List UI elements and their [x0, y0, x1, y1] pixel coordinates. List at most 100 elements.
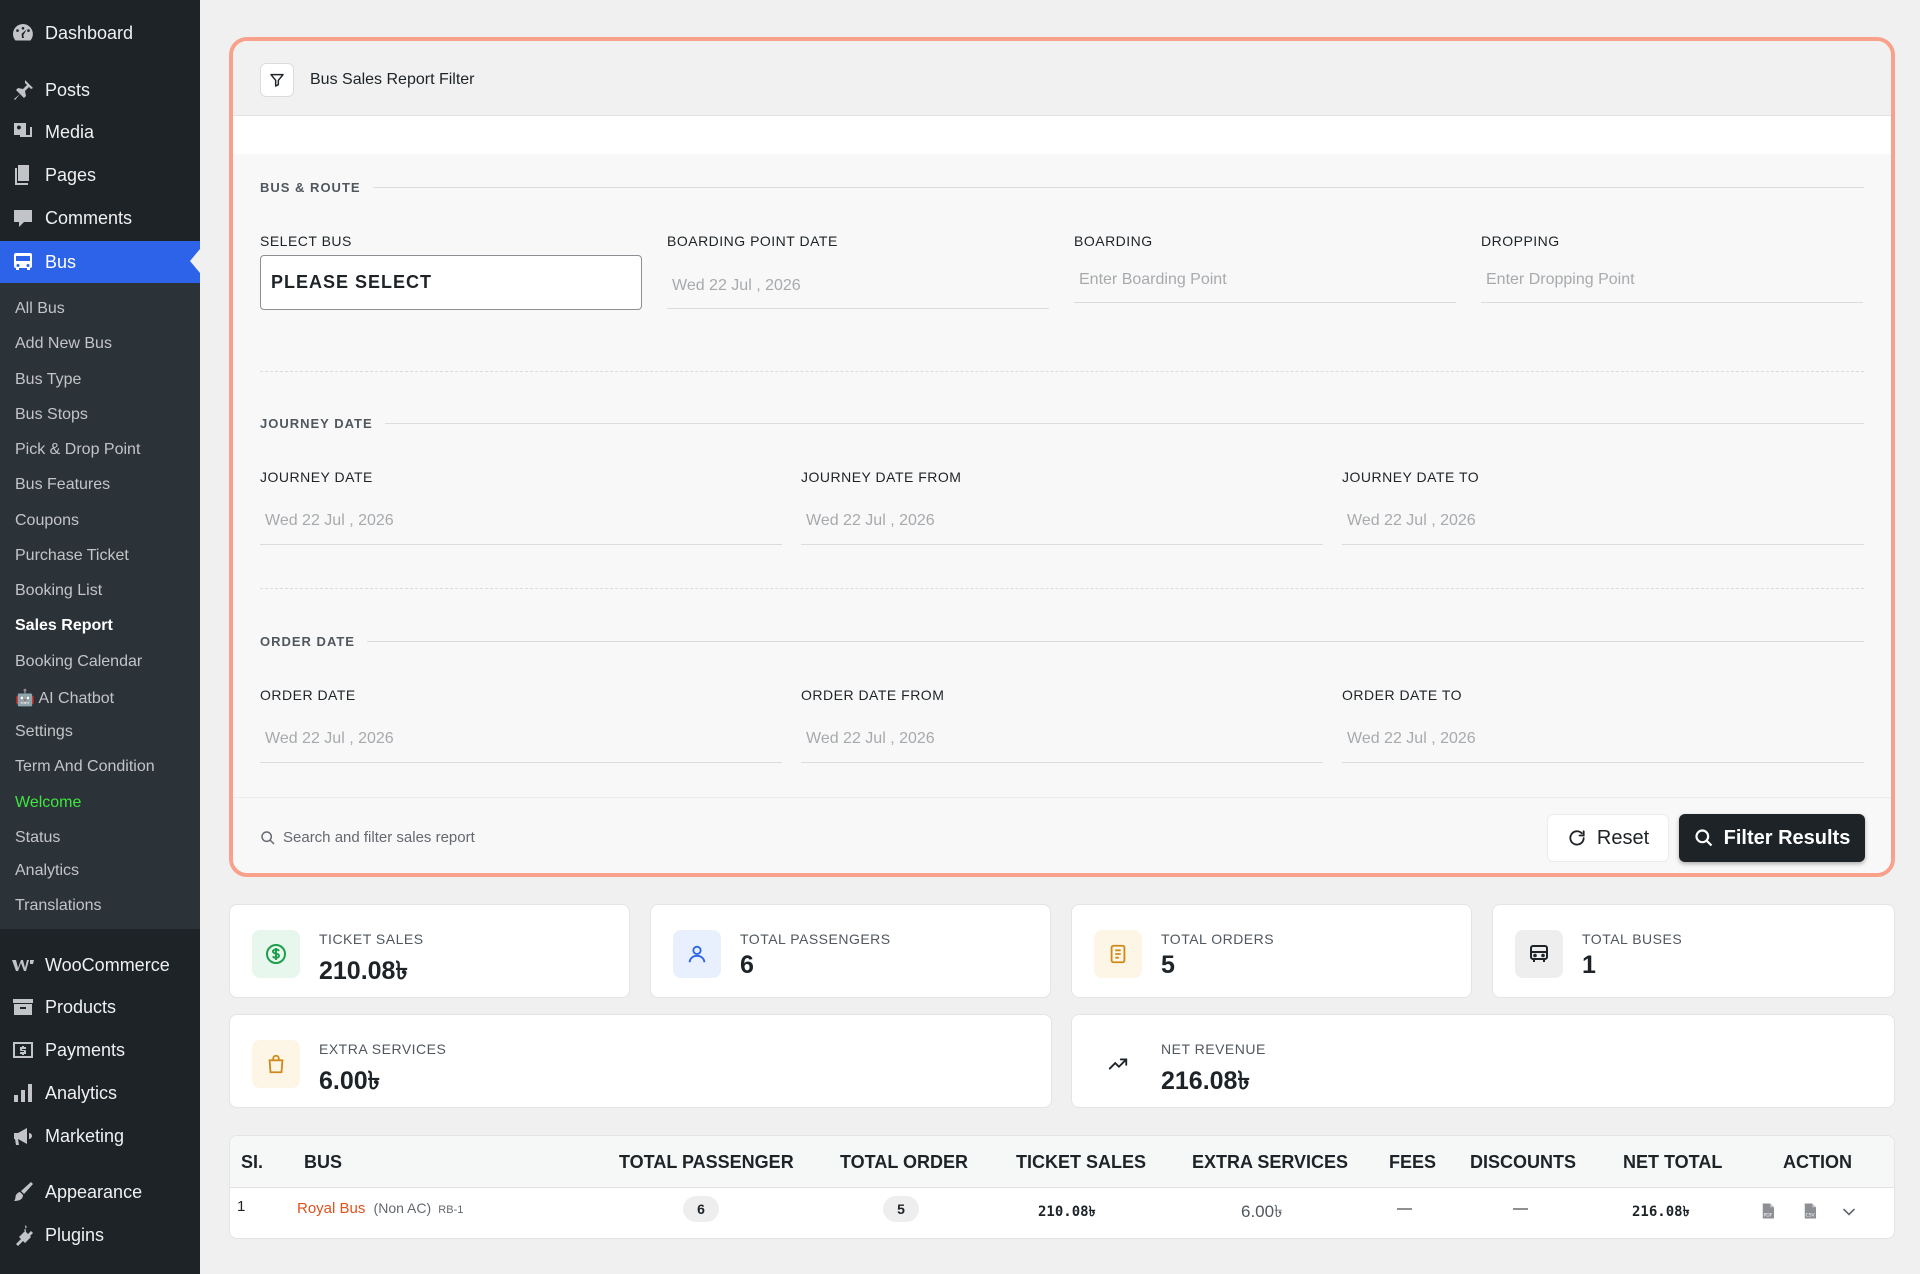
submenu-sales-report[interactable]: Sales Report: [15, 617, 113, 635]
filter-title: Bus Sales Report Filter: [310, 71, 475, 88]
menu-marketing[interactable]: Marketing: [0, 1116, 200, 1156]
menu-media[interactable]: Media: [0, 112, 200, 152]
menu-label: Products: [45, 996, 117, 1017]
menu-payments[interactable]: Payments: [0, 1030, 200, 1070]
submenu-bus-stops[interactable]: Bus Stops: [15, 406, 88, 424]
reset-label: Reset: [1596, 826, 1650, 849]
column-header-action: ACTION: [1783, 1152, 1852, 1172]
select-bus-dropdown[interactable]: PLEASE SELECT: [260, 255, 642, 310]
order-date-to-input[interactable]: Wed 22 Jul , 2026: [1342, 715, 1864, 763]
stat-card-total-passengers: TOTAL PASSENGERS 6: [650, 904, 1051, 998]
stat-card-total-buses: TOTAL BUSES 1: [1492, 904, 1895, 998]
column-header-ticket-sales: TICKET SALES: [1016, 1152, 1147, 1172]
column-header-extra-services: EXTRA SERVICES: [1192, 1152, 1349, 1172]
submenu-booking-calendar[interactable]: Booking Calendar: [15, 653, 142, 671]
section-order-date-title: ORDER DATE: [260, 634, 355, 649]
menu-plugins[interactable]: Plugins: [0, 1215, 200, 1255]
submenu-coupons[interactable]: Coupons: [15, 512, 79, 530]
submenu-purchase-ticket[interactable]: Purchase Ticket: [15, 547, 129, 565]
column-header-bus: BUS: [304, 1152, 343, 1172]
svg-text:CSV: CSV: [1806, 1212, 1816, 1218]
bus-icon: [10, 249, 36, 275]
select-bus-label: SELECT BUS: [260, 233, 352, 249]
menu-bus[interactable]: Bus: [0, 241, 200, 283]
chevron-down-icon[interactable]: [1839, 1202, 1859, 1227]
receipt-icon: [1094, 930, 1142, 978]
menu-pages[interactable]: Pages: [0, 155, 200, 195]
submenu-ai-chatbot[interactable]: 🤖 AI Chatbot: [15, 688, 114, 708]
submenu-translations[interactable]: Translations: [15, 897, 102, 915]
row-orders-badge: 5: [883, 1196, 919, 1222]
sales-report-table: SI. BUS TOTAL PASSENGER TOTAL ORDER TICK…: [229, 1135, 1895, 1239]
dropping-label: DROPPING: [1481, 233, 1560, 249]
sales-report-filter-panel: Bus Sales Report Filter BUS & ROUTE SELE…: [229, 37, 1895, 877]
csv-download-icon[interactable]: CSV: [1801, 1202, 1819, 1225]
submenu-bus-features[interactable]: Bus Features: [15, 476, 110, 494]
section-divider: [260, 371, 1864, 372]
submenu-analytics[interactable]: Analytics: [15, 862, 79, 880]
stat-card-total-orders: TOTAL ORDERS 5: [1071, 904, 1472, 998]
boarding-label: BOARDING: [1074, 233, 1153, 249]
submenu-add-new-bus[interactable]: Add New Bus: [15, 335, 112, 353]
woocommerce-icon: [10, 952, 36, 978]
search-hint: Search and filter sales report: [260, 829, 475, 846]
section-bus-route-title: BUS & ROUTE: [260, 180, 361, 195]
section-divider: [260, 588, 1864, 589]
extra-services-value: 6.00৳: [319, 1067, 381, 1095]
menu-label: Pages: [45, 164, 97, 185]
submenu-pick-drop-point[interactable]: Pick & Drop Point: [15, 441, 140, 459]
row-ticket-sales: 210.08৳: [1038, 1204, 1096, 1220]
boarding-point-input[interactable]: Enter Boarding Point: [1074, 257, 1456, 303]
column-header-total-order: TOTAL ORDER: [840, 1152, 969, 1172]
menu-dashboard[interactable]: Dashboard: [0, 13, 200, 53]
submenu-booking-list[interactable]: Booking List: [15, 582, 102, 600]
stat-card-ticket-sales: TICKET SALES 210.08৳: [229, 904, 630, 998]
filter-results-label: Filter Results: [1723, 826, 1851, 849]
menu-analytics[interactable]: Analytics: [0, 1073, 200, 1113]
stat-card-net-revenue: NET REVENUE 216.08৳: [1071, 1014, 1895, 1108]
journey-date-from-input[interactable]: Wed 22 Jul , 2026: [801, 497, 1323, 545]
ticket-sales-label: TICKET SALES: [319, 931, 424, 947]
menu-label: Dashboard: [45, 22, 134, 43]
reset-button[interactable]: Reset: [1547, 814, 1669, 862]
submenu-all-bus[interactable]: All Bus: [15, 300, 65, 318]
admin-sidebar: Dashboard Posts Media Pages Comments Bus…: [0, 0, 200, 1274]
submenu-status[interactable]: Status: [15, 829, 60, 847]
search-icon: [1695, 829, 1712, 847]
column-header-discounts: DISCOUNTS: [1470, 1152, 1577, 1172]
menu-comments[interactable]: Comments: [0, 198, 200, 238]
total-passengers-value: 6: [740, 951, 754, 979]
filter-results-button[interactable]: Filter Results: [1679, 814, 1865, 862]
menu-woocommerce[interactable]: WooCommerce: [0, 945, 200, 985]
section-bus-route: BUS & ROUTE: [260, 180, 1864, 195]
comment-icon: [10, 205, 36, 231]
row-si: 1: [237, 1198, 246, 1215]
submenu-term-and-condition[interactable]: Term And Condition: [15, 758, 155, 776]
journey-date-input[interactable]: Wed 22 Jul , 2026: [260, 497, 782, 545]
column-header-fees: FEES: [1389, 1152, 1437, 1172]
menu-label: Media: [45, 121, 95, 142]
section-journey-date: JOURNEY DATE: [260, 416, 1864, 431]
journey-date-to-input[interactable]: Wed 22 Jul , 2026: [1342, 497, 1864, 545]
pdf-download-icon[interactable]: PDF: [1759, 1202, 1777, 1225]
menu-posts[interactable]: Posts: [0, 70, 200, 110]
menu-appearance[interactable]: Appearance: [0, 1172, 200, 1212]
menu-label: Marketing: [45, 1125, 125, 1146]
menu-label: Analytics: [45, 1082, 118, 1103]
journey-date-label: JOURNEY DATE: [260, 469, 373, 485]
dropping-point-input[interactable]: Enter Dropping Point: [1481, 257, 1863, 303]
bus-submenu: All Bus Add New Bus Bus Type Bus Stops P…: [0, 283, 200, 929]
submenu-bus-type[interactable]: Bus Type: [15, 371, 81, 389]
total-buses-label: TOTAL BUSES: [1582, 931, 1683, 947]
submenu-settings[interactable]: Settings: [15, 723, 73, 741]
total-orders-label: TOTAL ORDERS: [1161, 931, 1275, 947]
extra-services-label: EXTRA SERVICES: [319, 1041, 447, 1057]
menu-products[interactable]: Products: [0, 987, 200, 1027]
submenu-welcome[interactable]: Welcome: [15, 794, 81, 812]
boarding-date-input[interactable]: Wed 22 Jul , 2026: [667, 263, 1049, 309]
bus-name-link[interactable]: Royal Bus: [297, 1200, 365, 1217]
filter-icon: [260, 63, 294, 97]
order-date-from-input[interactable]: Wed 22 Jul , 2026: [801, 715, 1323, 763]
order-date-input[interactable]: Wed 22 Jul , 2026: [260, 715, 782, 763]
menu-label: WooCommerce: [45, 954, 170, 975]
